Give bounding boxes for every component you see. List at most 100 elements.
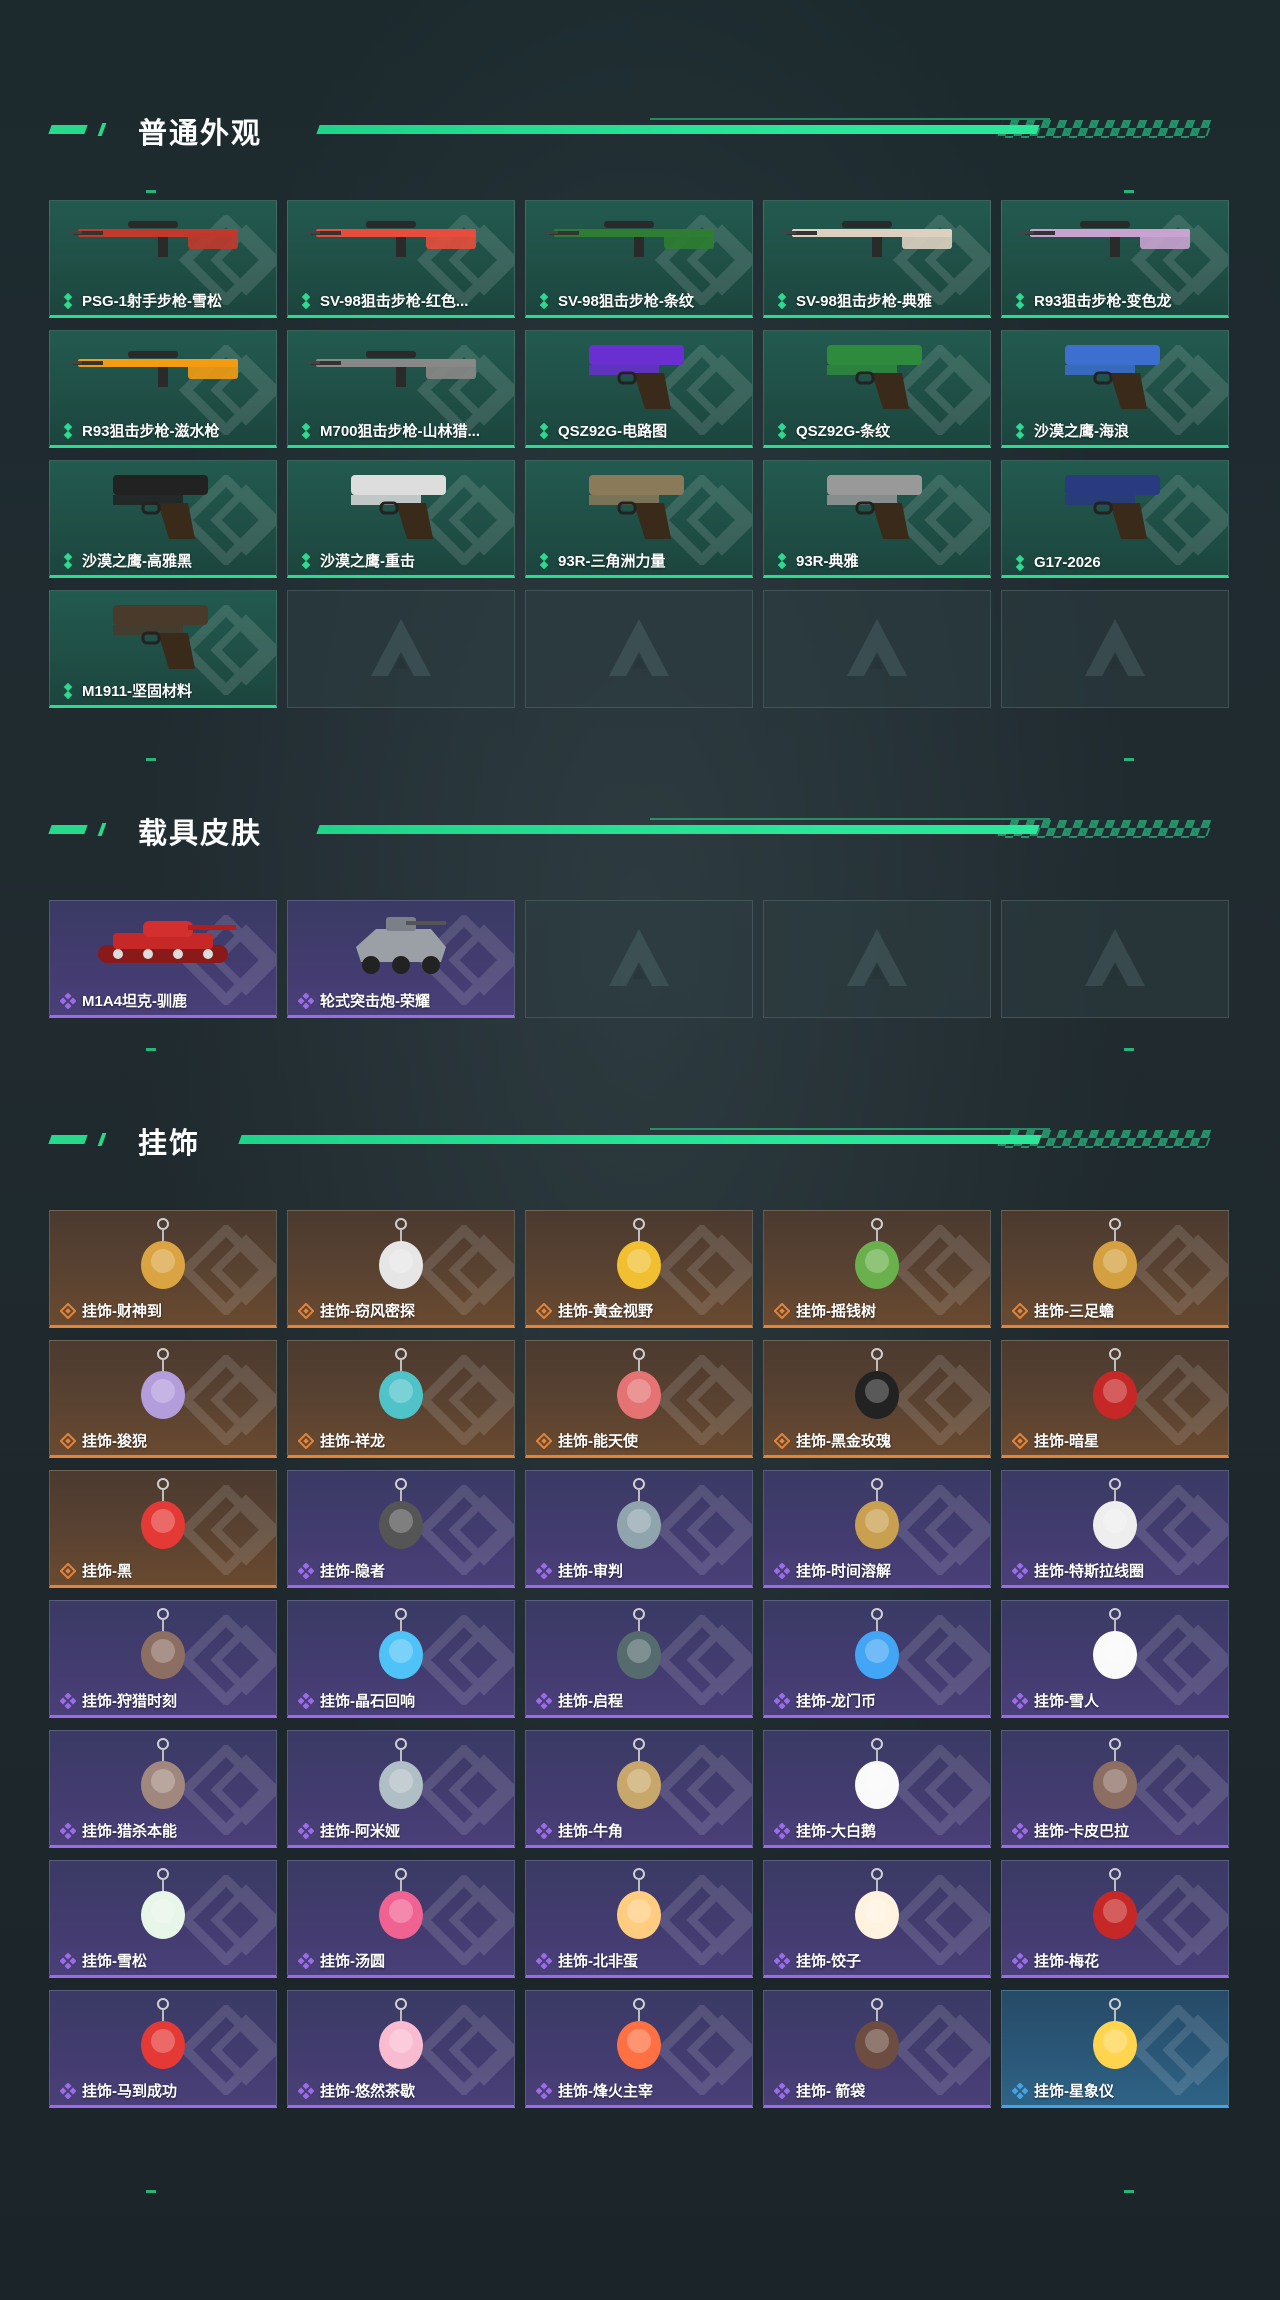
item-label-row: 挂饰-窃风密探 (298, 1300, 415, 1321)
item-name: 挂饰-审判 (558, 1563, 623, 1580)
item-card[interactable]: 沙漠之鹰-重击 (287, 460, 515, 578)
charm-icon (1093, 1218, 1137, 1289)
item-label-row: 挂饰-暗星 (1012, 1430, 1099, 1451)
item-card[interactable]: 挂饰-三足蟾 (1001, 1210, 1229, 1328)
item-label-row: 挂饰-隐者 (298, 1560, 385, 1581)
item-label-row: 挂饰-审判 (536, 1560, 623, 1581)
item-card[interactable]: 挂饰-特斯拉线圈 (1001, 1470, 1229, 1588)
item-card[interactable]: PSG-1射手步枪-雪松 (49, 200, 277, 318)
item-label-row: 挂饰-三足蟾 (1012, 1300, 1114, 1321)
item-name: 挂饰-烽火主宰 (558, 2083, 653, 2100)
item-card[interactable]: 挂饰-祥龙 (287, 1340, 515, 1458)
item-card[interactable]: M1A4坦克-驯鹿 (49, 900, 277, 1018)
item-card[interactable]: SV-98狙击步枪-条纹 (525, 200, 753, 318)
item-card[interactable]: 挂饰-猎杀本能 (49, 1730, 277, 1848)
item-card[interactable]: 挂饰-窃风密探 (287, 1210, 515, 1328)
delta-logo-icon (847, 929, 907, 986)
item-card[interactable]: 挂饰-时间溶解 (763, 1470, 991, 1588)
item-name: 挂饰-北非蛋 (558, 1953, 638, 1970)
item-card[interactable]: 挂饰-星象仪 (1001, 1990, 1229, 2108)
rarity-diamond-icon (1012, 1692, 1028, 1709)
rarity-diamond-icon (536, 2082, 552, 2099)
item-card[interactable]: 挂饰-牛角 (525, 1730, 753, 1848)
item-card[interactable]: 挂饰-大白鹅 (763, 1730, 991, 1848)
rarity-diamond-icon (536, 422, 552, 439)
item-name: 挂饰-悠然茶歇 (320, 2083, 415, 2100)
item-card[interactable]: 沙漠之鹰-海浪 (1001, 330, 1229, 448)
charm-icon (379, 1608, 423, 1679)
item-card[interactable]: 挂饰-能天使 (525, 1340, 753, 1458)
item-name: 挂饰-财神到 (82, 1303, 162, 1320)
item-card[interactable]: 挂饰- 箭袋 (763, 1990, 991, 2108)
item-card[interactable]: 挂饰-梅花 (1001, 1860, 1229, 1978)
item-card[interactable]: 挂饰-摇钱树 (763, 1210, 991, 1328)
item-card[interactable]: 挂饰-审判 (525, 1470, 753, 1588)
item-card[interactable]: SV-98狙击步枪-红色... (287, 200, 515, 318)
item-name: SV-98狙击步枪-典雅 (796, 293, 932, 310)
item-label-row: 挂饰-雪人 (1012, 1690, 1099, 1711)
item-card[interactable]: 挂饰-黑 (49, 1470, 277, 1588)
section-header: 挂饰 (48, 1118, 1230, 1160)
item-card[interactable]: 挂饰-隐者 (287, 1470, 515, 1588)
charm-icon (617, 1868, 661, 1939)
rarity-diamond-icon (774, 1692, 790, 1709)
rarity-diamond-icon (774, 1562, 790, 1579)
item-card[interactable]: 挂饰-悠然茶歇 (287, 1990, 515, 2108)
item-card[interactable]: 挂饰-雪松 (49, 1860, 277, 1978)
item-card[interactable]: 挂饰-汤圆 (287, 1860, 515, 1978)
item-card[interactable]: SV-98狙击步枪-典雅 (763, 200, 991, 318)
item-card[interactable]: 挂饰-狻猊 (49, 1340, 277, 1458)
item-card[interactable]: 挂饰-暗星 (1001, 1340, 1229, 1458)
rarity-diamond-icon (60, 1822, 76, 1839)
item-card[interactable]: QSZ92G-条纹 (763, 330, 991, 448)
item-name: SV-98狙击步枪-条纹 (558, 293, 694, 310)
item-card[interactable]: QSZ92G-电路图 (525, 330, 753, 448)
rarity-diamond-icon (298, 292, 314, 309)
item-card[interactable]: M1911-坚固材料 (49, 590, 277, 708)
item-label-row: 挂饰-启程 (536, 1690, 623, 1711)
rifle-icon (306, 351, 476, 387)
item-card[interactable]: G17-2026 (1001, 460, 1229, 578)
item-grid: 挂饰-财神到 挂饰-窃风密探 挂饰-黄金视野 挂饰-摇钱树 挂饰-三足蟾 挂饰-… (49, 1210, 1229, 2108)
item-name: 挂饰-晶石回响 (320, 1693, 415, 1710)
item-card[interactable]: 93R-三角洲力量 (525, 460, 753, 578)
item-card[interactable]: 挂饰-饺子 (763, 1860, 991, 1978)
item-name: 挂饰-马到成功 (82, 2083, 177, 2100)
rarity-diamond-icon (298, 1822, 314, 1839)
item-name: 挂饰-狩猎时刻 (82, 1693, 177, 1710)
rarity-diamond-icon (536, 292, 552, 309)
pistol-icon (589, 475, 684, 539)
item-card[interactable]: 挂饰-黄金视野 (525, 1210, 753, 1328)
rarity-diamond-icon (774, 552, 790, 569)
item-card[interactable]: 挂饰-狩猎时刻 (49, 1600, 277, 1718)
item-card[interactable]: M700狙击步枪-山林猎... (287, 330, 515, 448)
charm-icon (855, 1868, 899, 1939)
item-label-row: 挂饰-卡皮巴拉 (1012, 1820, 1129, 1841)
item-card[interactable]: 挂饰-北非蛋 (525, 1860, 753, 1978)
item-card[interactable]: R93狙击步枪-滋水枪 (49, 330, 277, 448)
item-card[interactable]: 挂饰-启程 (525, 1600, 753, 1718)
charm-icon (141, 1608, 185, 1679)
item-card[interactable]: 挂饰-雪人 (1001, 1600, 1229, 1718)
item-card[interactable]: 挂饰-阿米娅 (287, 1730, 515, 1848)
item-card[interactable]: 挂饰-马到成功 (49, 1990, 277, 2108)
empty-slot (1001, 590, 1229, 708)
item-card[interactable]: 挂饰-晶石回响 (287, 1600, 515, 1718)
rarity-diamond-icon (60, 1692, 76, 1709)
item-label-row: 挂饰-摇钱树 (774, 1300, 876, 1321)
item-card[interactable]: 挂饰-龙门币 (763, 1600, 991, 1718)
item-card[interactable]: 挂饰-黑金玫瑰 (763, 1340, 991, 1458)
item-card[interactable]: 轮式突击炮-荣耀 (287, 900, 515, 1018)
item-label-row: 挂饰-北非蛋 (536, 1950, 638, 1971)
item-name: 挂饰-猎杀本能 (82, 1823, 177, 1840)
pistol-icon (827, 345, 922, 409)
item-card[interactable]: 挂饰-烽火主宰 (525, 1990, 753, 2108)
item-card[interactable]: 沙漠之鹰-高雅黑 (49, 460, 277, 578)
item-card[interactable]: 93R-典雅 (763, 460, 991, 578)
rarity-diamond-icon (536, 552, 552, 569)
item-card[interactable]: 挂饰-卡皮巴拉 (1001, 1730, 1229, 1848)
rarity-diamond-icon (536, 1822, 552, 1839)
item-card[interactable]: R93狙击步枪-变色龙 (1001, 200, 1229, 318)
item-card[interactable]: 挂饰-财神到 (49, 1210, 277, 1328)
item-name: R93狙击步枪-滋水枪 (82, 423, 220, 440)
